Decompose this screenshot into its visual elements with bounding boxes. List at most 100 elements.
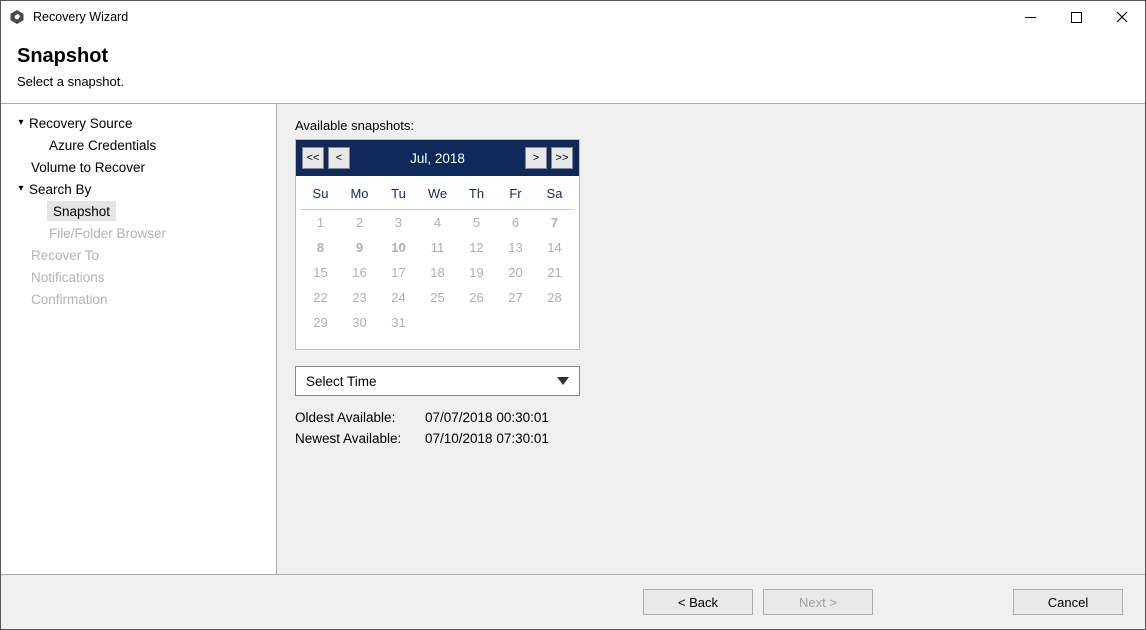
oldest-available-label: Oldest Available: [295, 410, 415, 425]
wizard-header: Snapshot Select a snapshot. [1, 33, 1145, 103]
calendar-day[interactable]: 13 [496, 235, 535, 260]
calendar-day[interactable]: 3 [379, 210, 418, 236]
newest-available-value: 07/10/2018 07:30:01 [425, 431, 549, 446]
calendar-day[interactable]: 11 [418, 235, 457, 260]
oldest-available-value: 07/07/2018 00:30:01 [425, 410, 549, 425]
time-select-dropdown[interactable]: Select Time [295, 366, 580, 396]
sidebar-item-label: Azure Credentials [49, 138, 156, 153]
minimize-icon [1025, 12, 1036, 23]
maximize-icon [1071, 12, 1082, 23]
calendar-day [457, 310, 496, 335]
calendar-first-button[interactable]: << [302, 147, 324, 169]
time-select-placeholder: Select Time [306, 374, 377, 389]
close-icon [1116, 11, 1128, 23]
oldest-available-row: Oldest Available: 07/07/2018 00:30:01 [295, 410, 1127, 425]
sidebar-item-label: Confirmation [31, 292, 108, 307]
calendar-day[interactable]: 19 [457, 260, 496, 285]
next-button: Next > [763, 589, 873, 615]
wizard-content: Available snapshots: << < Jul, 2018 > >> [277, 104, 1145, 574]
sidebar-item-label: Recovery Source [27, 116, 133, 131]
chevron-down-icon: ▾ [15, 117, 27, 128]
minimize-button[interactable] [1007, 1, 1053, 33]
calendar-day [535, 310, 574, 335]
calendar-day[interactable]: 26 [457, 285, 496, 310]
calendar-prev-button[interactable]: < [328, 147, 350, 169]
dow-fr: Fr [496, 180, 535, 210]
newest-available-row: Newest Available: 07/10/2018 07:30:01 [295, 431, 1127, 446]
calendar-day[interactable]: 22 [301, 285, 340, 310]
page-title: Snapshot [17, 45, 1129, 68]
calendar-day[interactable]: 31 [379, 310, 418, 335]
close-button[interactable] [1099, 1, 1145, 33]
calendar: << < Jul, 2018 > >> Su Mo Tu [295, 139, 580, 350]
window-title: Recovery Wizard [33, 10, 128, 24]
calendar-day[interactable]: 28 [535, 285, 574, 310]
sidebar-item-label: Recover To [31, 248, 99, 263]
calendar-next-button[interactable]: > [525, 147, 547, 169]
calendar-day[interactable]: 15 [301, 260, 340, 285]
window-controls [1007, 1, 1145, 33]
calendar-day[interactable]: 23 [340, 285, 379, 310]
maximize-button[interactable] [1053, 1, 1099, 33]
sidebar-item-confirmation: Confirmation [1, 288, 276, 310]
calendar-day[interactable]: 4 [418, 210, 457, 236]
calendar-day[interactable]: 5 [457, 210, 496, 236]
sidebar-item-search-by[interactable]: ▾ Search By [1, 178, 276, 200]
calendar-last-button[interactable]: >> [551, 147, 573, 169]
calendar-day[interactable]: 10 [379, 235, 418, 260]
dow-sa: Sa [535, 180, 574, 210]
sidebar-item-label: Snapshot [47, 201, 116, 221]
calendar-grid: Su Mo Tu We Th Fr Sa 1234567891011121314… [301, 180, 574, 335]
calendar-nav-left: << < [302, 147, 350, 169]
calendar-day [496, 310, 535, 335]
calendar-day[interactable]: 12 [457, 235, 496, 260]
calendar-day[interactable]: 24 [379, 285, 418, 310]
sidebar-item-label: Notifications [31, 270, 105, 285]
calendar-day[interactable]: 20 [496, 260, 535, 285]
calendar-day[interactable]: 6 [496, 210, 535, 236]
sidebar-item-volume-to-recover[interactable]: Volume to Recover [1, 156, 276, 178]
calendar-day[interactable]: 2 [340, 210, 379, 236]
calendar-day[interactable]: 29 [301, 310, 340, 335]
dow-su: Su [301, 180, 340, 210]
sidebar-item-label: Search By [27, 182, 91, 197]
calendar-day[interactable]: 21 [535, 260, 574, 285]
wizard-sidebar: ▾ Recovery Source Azure Credentials Volu… [1, 104, 277, 574]
calendar-day[interactable]: 25 [418, 285, 457, 310]
sidebar-item-recovery-source[interactable]: ▾ Recovery Source [1, 112, 276, 134]
page-subtitle: Select a snapshot. [17, 74, 1129, 89]
calendar-day[interactable]: 7 [535, 210, 574, 236]
calendar-day[interactable]: 27 [496, 285, 535, 310]
dow-tu: Tu [379, 180, 418, 210]
title-left: Recovery Wizard [9, 9, 128, 25]
calendar-day[interactable]: 18 [418, 260, 457, 285]
calendar-header: << < Jul, 2018 > >> [296, 140, 579, 176]
calendar-month-label: Jul, 2018 [410, 151, 465, 166]
sidebar-item-file-folder-browser: File/Folder Browser [1, 222, 276, 244]
back-button[interactable]: < Back [643, 589, 753, 615]
calendar-day[interactable]: 30 [340, 310, 379, 335]
calendar-day[interactable]: 1 [301, 210, 340, 236]
calendar-day[interactable]: 16 [340, 260, 379, 285]
available-snapshots-label: Available snapshots: [295, 118, 1127, 133]
sidebar-item-notifications: Notifications [1, 266, 276, 288]
app-icon [9, 9, 25, 25]
dow-we: We [418, 180, 457, 210]
sidebar-item-label: File/Folder Browser [49, 226, 166, 241]
calendar-day[interactable]: 17 [379, 260, 418, 285]
dow-mo: Mo [340, 180, 379, 210]
calendar-nav-right: > >> [525, 147, 573, 169]
wizard-footer: < Back Next > Cancel [1, 575, 1145, 629]
calendar-day [418, 310, 457, 335]
chevron-down-icon: ▾ [15, 183, 27, 194]
calendar-day[interactable]: 14 [535, 235, 574, 260]
sidebar-item-azure-credentials[interactable]: Azure Credentials [1, 134, 276, 156]
sidebar-item-snapshot[interactable]: Snapshot [1, 200, 276, 222]
newest-available-label: Newest Available: [295, 431, 415, 446]
calendar-day[interactable]: 9 [340, 235, 379, 260]
sidebar-item-recover-to: Recover To [1, 244, 276, 266]
wizard-body: ▾ Recovery Source Azure Credentials Volu… [1, 103, 1145, 575]
cancel-button[interactable]: Cancel [1013, 589, 1123, 615]
calendar-day[interactable]: 8 [301, 235, 340, 260]
dow-th: Th [457, 180, 496, 210]
